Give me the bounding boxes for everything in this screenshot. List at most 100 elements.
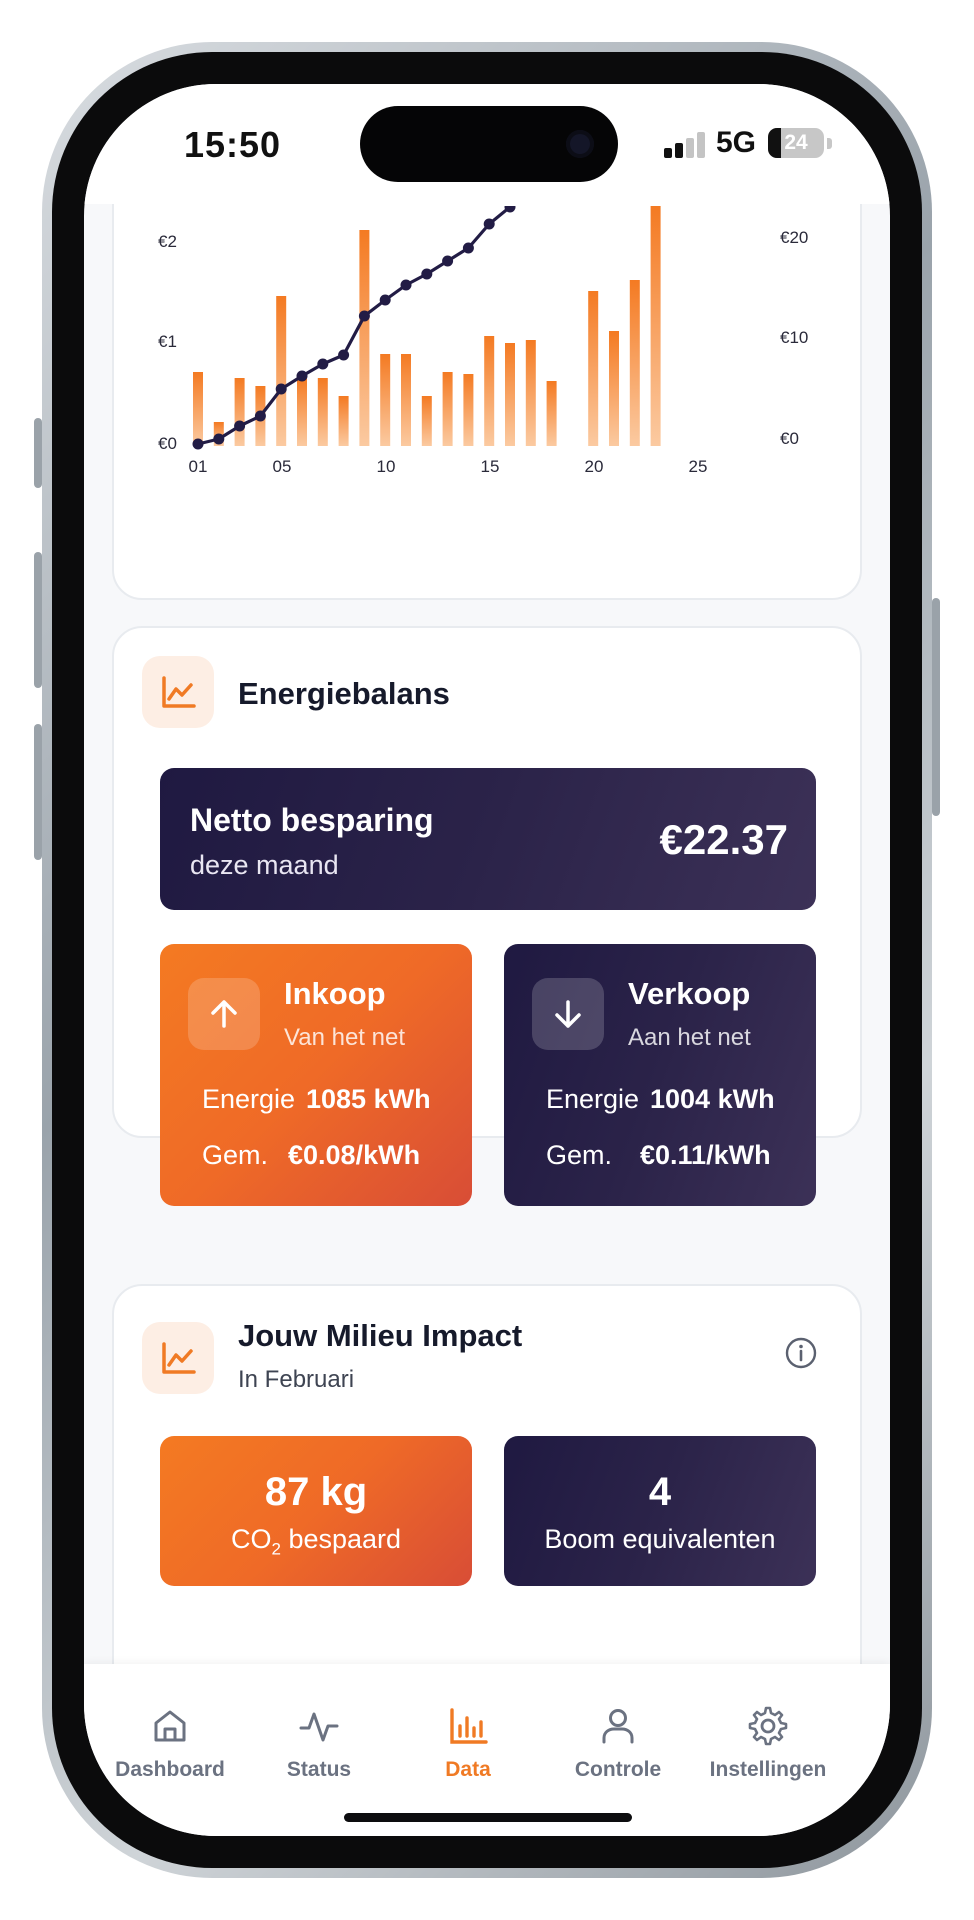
tab-label: Instellingen bbox=[709, 1758, 827, 1781]
network-type: 5G bbox=[716, 126, 757, 159]
netto-title: Netto besparing bbox=[190, 802, 434, 838]
inkoop-energy-label: Energie bbox=[202, 1084, 296, 1114]
right-axis-tick: €10 bbox=[780, 328, 808, 347]
battery-tip bbox=[827, 138, 832, 149]
line-point bbox=[338, 349, 350, 361]
gear-icon bbox=[748, 1706, 788, 1746]
arrow-up-icon bbox=[188, 978, 260, 1050]
verkoop-avg-value: €0.11/kWh bbox=[640, 1140, 771, 1170]
milieu-title: Jouw Milieu Impact bbox=[238, 1318, 523, 1353]
battery-icon: 24 bbox=[768, 128, 824, 158]
netto-subtitle: deze maand bbox=[190, 850, 339, 880]
line-point bbox=[296, 370, 308, 382]
trees-label: Boom equivalenten bbox=[544, 1524, 776, 1554]
status-time: 15:50 bbox=[184, 124, 282, 165]
chart-line-icon bbox=[142, 656, 214, 728]
co2-label: CO2 bespaard bbox=[230, 1524, 402, 1559]
activity-icon bbox=[299, 1712, 339, 1742]
trees-value: 4 bbox=[648, 1470, 672, 1514]
line-point bbox=[275, 383, 287, 395]
cost-bar bbox=[380, 354, 391, 446]
x-axis-tick: 01 bbox=[189, 457, 208, 476]
cost-bar bbox=[401, 354, 411, 446]
line-point bbox=[358, 310, 370, 322]
chart-line-icon bbox=[142, 1322, 214, 1394]
cost-bar bbox=[463, 374, 474, 446]
line-point bbox=[379, 294, 391, 306]
cost-bar bbox=[546, 381, 557, 446]
tab-status[interactable]: Status bbox=[239, 1704, 399, 1794]
tab-controle[interactable]: Controle bbox=[538, 1704, 698, 1794]
info-icon[interactable] bbox=[784, 1336, 818, 1370]
tab-bar: Dashboard Status Data Controle Instellin… bbox=[84, 1664, 890, 1836]
cost-bar bbox=[317, 378, 328, 446]
action-button bbox=[34, 418, 42, 488]
line-point bbox=[400, 279, 412, 291]
cost-bar bbox=[338, 396, 349, 446]
cost-bar bbox=[588, 291, 599, 446]
energiebalans-title: Energiebalans bbox=[238, 676, 450, 711]
power-button bbox=[932, 598, 940, 816]
left-axis-tick: €0 bbox=[158, 434, 177, 453]
cost-chart: €0 €1 €2 €0 €10 €20 01 05 10 15 20 25 bbox=[158, 206, 808, 476]
tab-instellingen[interactable]: Instellingen bbox=[688, 1704, 848, 1794]
verkoop-subtitle: Aan het net bbox=[628, 1024, 751, 1051]
milieu-subtitle: In Februari bbox=[238, 1366, 355, 1393]
cost-bar bbox=[525, 340, 536, 446]
tab-dashboard[interactable]: Dashboard bbox=[90, 1704, 250, 1794]
home-indicator[interactable] bbox=[344, 1813, 632, 1822]
energiebalans-card: Energiebalans Netto besparing deze maand… bbox=[112, 626, 862, 1206]
inkoop-tile[interactable]: Inkoop Van het net Energie 1085 kWh Gem.… bbox=[160, 944, 472, 1206]
phone-screen: 15:50 5G 24 €0 €1 €2 €0 €10 €20 01 05 10… bbox=[84, 84, 890, 1836]
line-point bbox=[213, 433, 225, 445]
bar-chart-icon bbox=[450, 1708, 488, 1744]
user-icon bbox=[602, 1709, 634, 1744]
inkoop-energy-value: 1085 kWh bbox=[306, 1084, 431, 1114]
inkoop-title: Inkoop bbox=[284, 976, 386, 1011]
line-point bbox=[421, 268, 433, 280]
verkoop-energy-label: Energie bbox=[546, 1084, 640, 1114]
netto-besparing-panel: Netto besparing deze maand €22.37 bbox=[160, 768, 816, 910]
front-camera bbox=[566, 130, 594, 158]
right-axis-tick: €0 bbox=[780, 429, 799, 448]
tab-data[interactable]: Data bbox=[388, 1704, 548, 1794]
cost-bar bbox=[421, 396, 432, 446]
line-point bbox=[483, 218, 495, 230]
right-axis-tick: €20 bbox=[780, 228, 808, 247]
inkoop-avg-label: Gem. bbox=[202, 1140, 269, 1170]
x-axis-tick: 05 bbox=[273, 457, 292, 476]
line-point bbox=[234, 420, 246, 432]
volume-down-button bbox=[34, 724, 42, 860]
inkoop-avg-value: €0.08/kWh bbox=[288, 1140, 421, 1170]
cost-bar bbox=[297, 378, 307, 446]
netto-value: €22.37 bbox=[659, 816, 788, 863]
verkoop-title: Verkoop bbox=[628, 976, 751, 1011]
left-axis-tick: €2 bbox=[158, 232, 177, 251]
cost-bar bbox=[276, 296, 287, 446]
status-bar: 15:50 5G 24 bbox=[84, 84, 890, 204]
battery-level: 24 bbox=[784, 131, 808, 154]
cost-bar bbox=[484, 336, 495, 446]
tab-label: Controle bbox=[574, 1758, 662, 1781]
volume-up-button bbox=[34, 552, 42, 688]
scroll-content[interactable]: €0 €1 €2 €0 €10 €20 01 05 10 15 20 25 En… bbox=[84, 204, 890, 1749]
cost-bar bbox=[609, 331, 619, 446]
inkoop-subtitle: Van het net bbox=[284, 1024, 405, 1051]
tab-label: Status bbox=[286, 1758, 352, 1781]
cost-chart-card: €0 €1 €2 €0 €10 €20 01 05 10 15 20 25 bbox=[112, 204, 862, 600]
cost-bar bbox=[505, 343, 515, 446]
cost-bar bbox=[442, 372, 453, 446]
x-axis-tick: 10 bbox=[377, 457, 396, 476]
x-axis-tick: 20 bbox=[585, 457, 604, 476]
tab-label: Dashboard bbox=[115, 1758, 225, 1781]
cost-bar bbox=[359, 230, 370, 446]
co2-tile: 87 kg CO2 bespaard bbox=[160, 1436, 472, 1586]
cost-bar bbox=[629, 280, 640, 446]
cost-bar bbox=[650, 206, 661, 446]
verkoop-tile[interactable]: Verkoop Aan het net Energie 1004 kWh Gem… bbox=[504, 944, 816, 1206]
dynamic-island bbox=[360, 106, 618, 182]
left-axis-tick: €1 bbox=[158, 332, 177, 351]
arrow-down-icon bbox=[532, 978, 604, 1050]
line-point bbox=[317, 358, 329, 370]
line-point bbox=[462, 242, 474, 254]
